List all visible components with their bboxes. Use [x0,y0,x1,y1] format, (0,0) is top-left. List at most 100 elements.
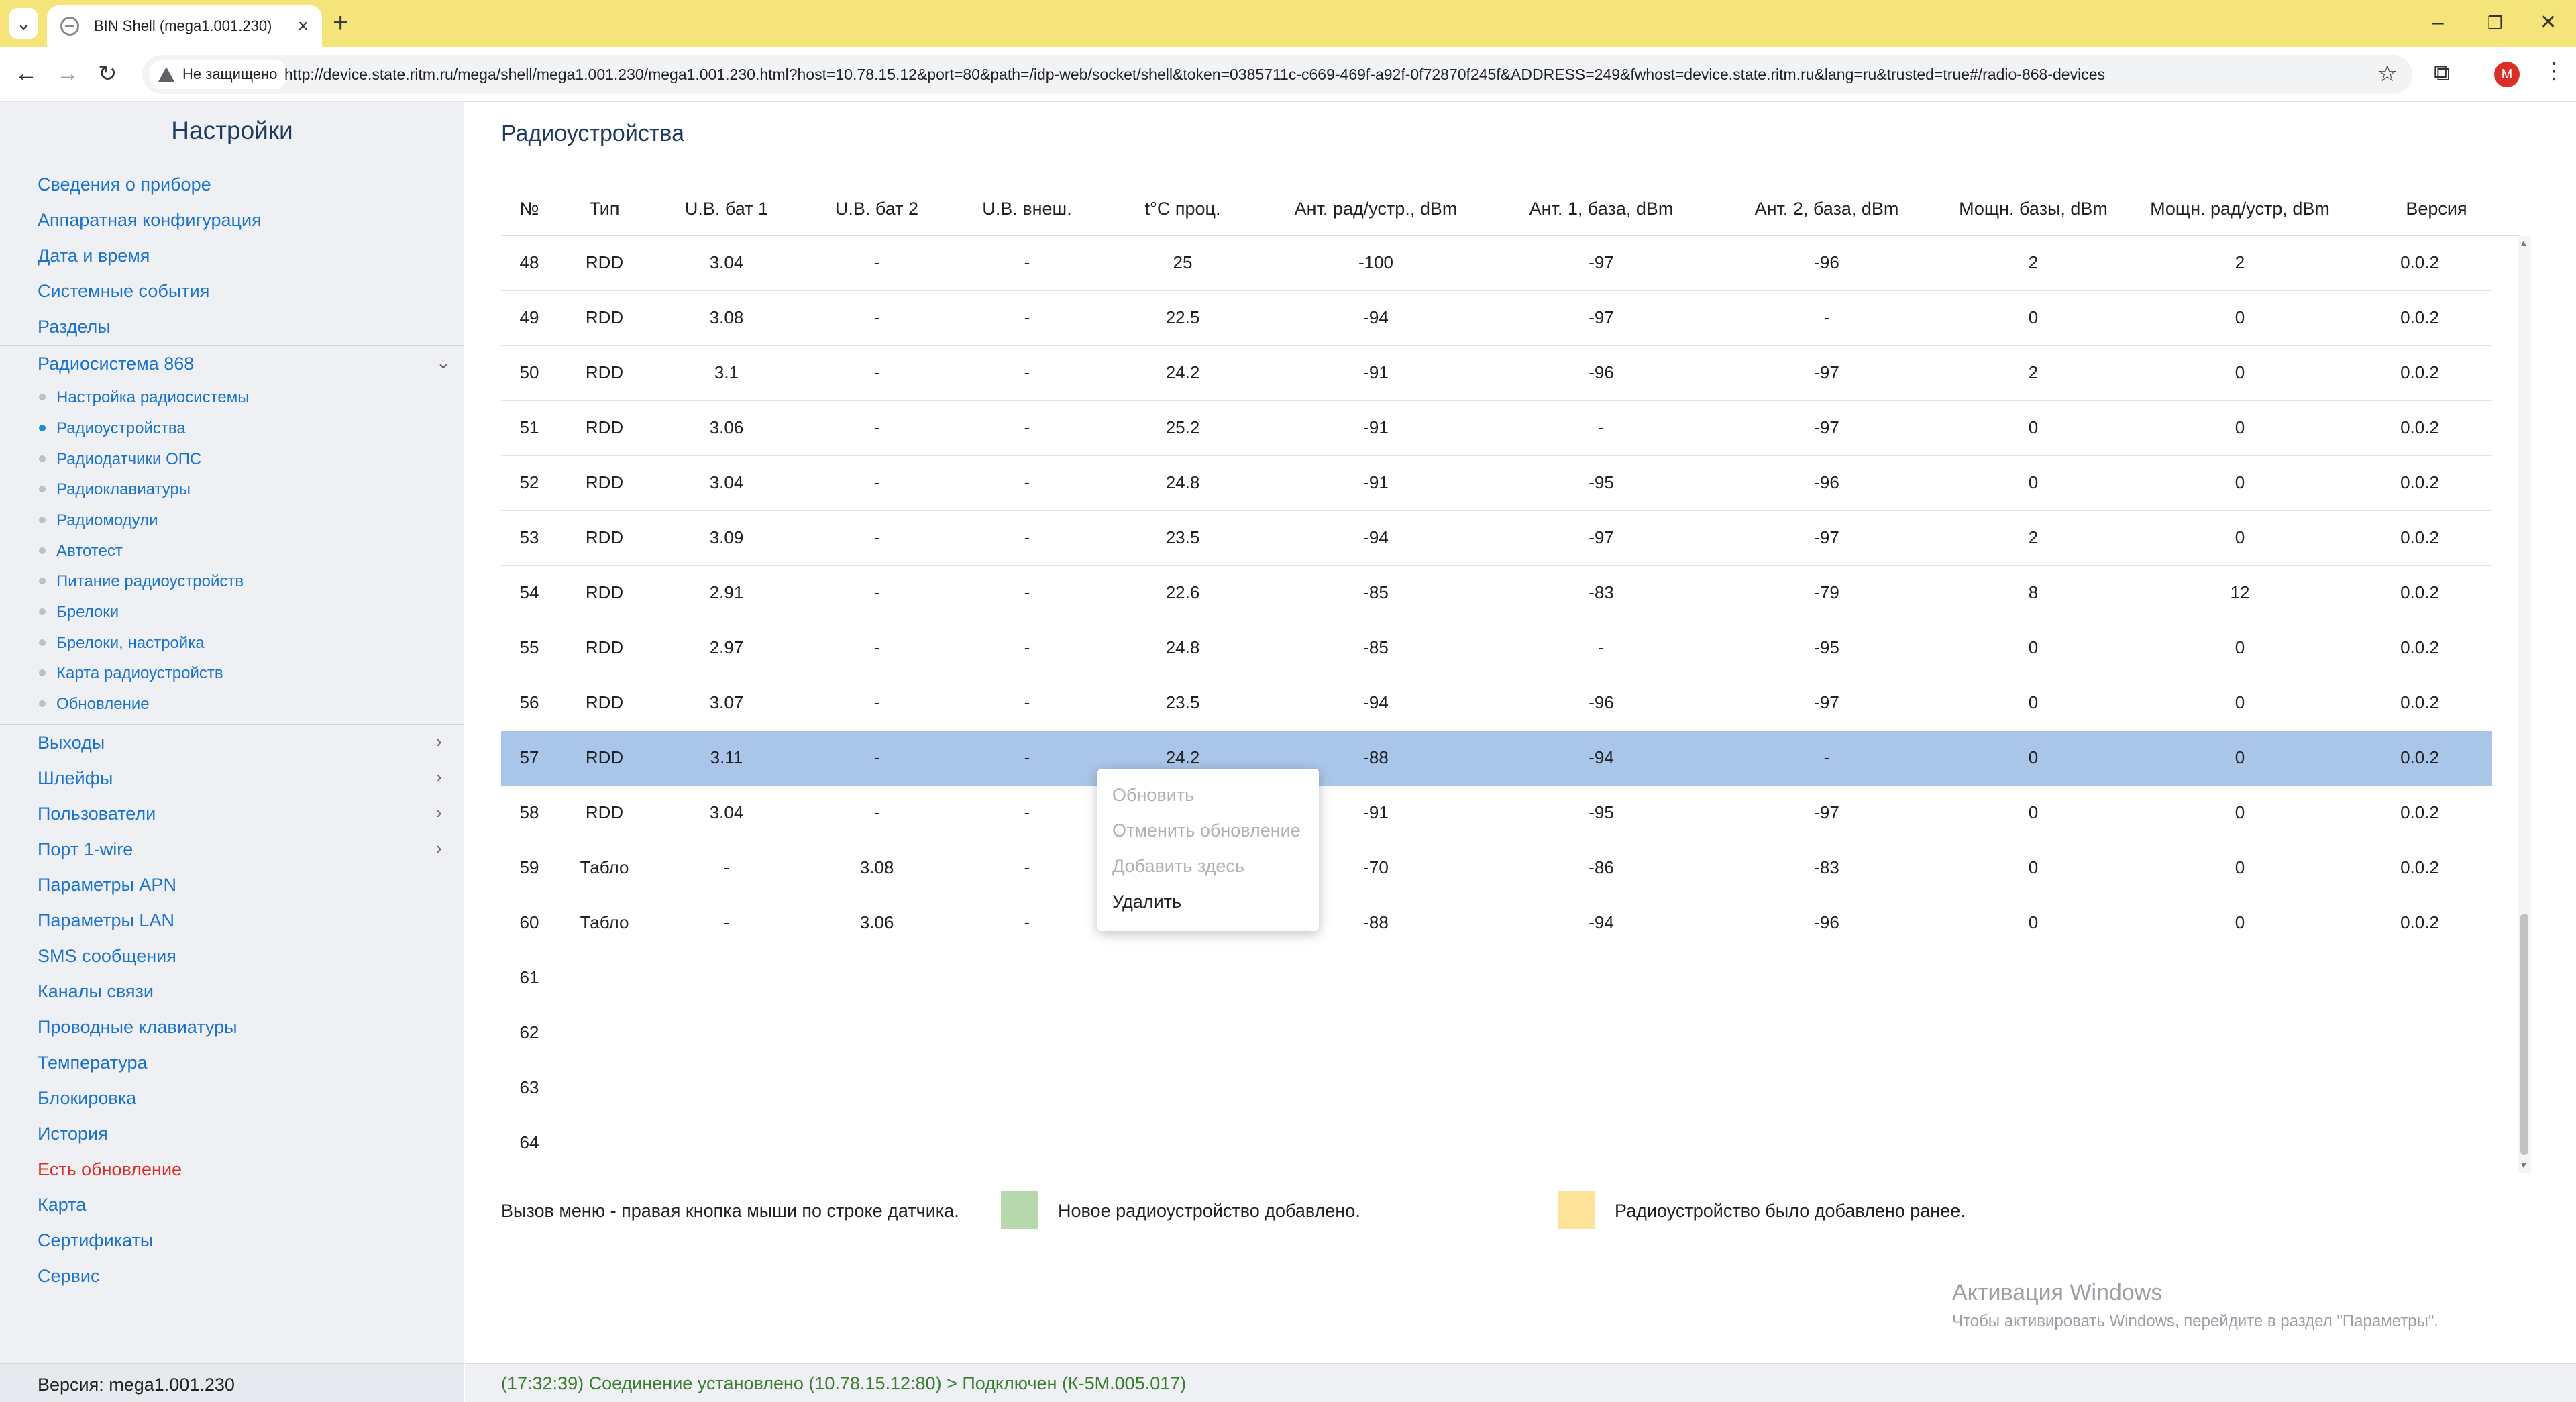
nav-wired-keypads[interactable]: Проводные клавиатуры [38,1017,237,1038]
chevron-right-icon[interactable]: › [436,802,442,823]
sub-keyfobs[interactable]: Брелоки [56,603,119,622]
column-header-device-power[interactable]: Мощн. рад/устр, dBm [2127,199,2353,219]
cell-ext: - [1024,802,1030,822]
window-close-icon[interactable]: ✕ [2540,9,2557,36]
table-row[interactable]: 56 RDD 3.07 - - 23.5 -94 -96 -97 0 0 0.0.2 [501,676,2492,731]
menu-icon[interactable]: ⋮ [2542,58,2565,85]
reload-icon[interactable]: ↻ [98,60,117,87]
chevron-right-icon[interactable]: › [436,731,442,752]
bullet-icon [39,669,46,676]
table-row[interactable]: 64 [501,1116,2492,1171]
cell-ext: - [1024,912,1030,932]
minimize-icon[interactable]: – [2432,9,2444,36]
column-header-version[interactable]: Версия [2353,199,2520,219]
table-row[interactable]: 60 Табло -3.06- -88 -94 -96 0 0 0.0.2 [501,896,2492,951]
table-row[interactable]: 63 [501,1061,2492,1116]
sub-radio-sensors[interactable]: Радиодатчики ОПС [56,450,201,469]
nav-history[interactable]: История [38,1124,108,1144]
sub-radio-map[interactable]: Карта радиоустройств [56,664,223,683]
table-row[interactable]: 58 RDD 3.04- - -91 -95 -97 0 0 0.0.2 [501,786,2492,841]
column-header-ant2[interactable]: Ант. 2, база, dBm [1714,199,1939,219]
column-header-ext[interactable]: U.B. внеш. [952,199,1102,219]
security-chip[interactable]: Не защищено [149,60,288,89]
table-row[interactable]: 62 [501,1006,2492,1061]
nav-channels[interactable]: Каналы связи [38,981,154,1002]
nav-lan[interactable]: Параметры LAN [38,910,174,931]
nav-service[interactable]: Сервис [38,1266,99,1287]
nav-hardware-config[interactable]: Аппаратная конфигурация [38,210,262,231]
star-icon[interactable]: ☆ [2377,60,2398,87]
close-icon[interactable]: × [298,15,309,37]
nav-sms[interactable]: SMS сообщения [38,946,176,967]
nav-outputs[interactable]: Выходы [38,733,105,753]
scroll-down-icon[interactable]: ▼ [2519,1159,2528,1170]
table-row[interactable]: 49 RDD 3.08 - - 22.5 -94 -97 - 0 0 0.0.2 [501,291,2492,346]
nav-1wire[interactable]: Порт 1-wire [38,839,133,860]
nav-loops[interactable]: Шлейфы [38,768,113,789]
menu-item-delete[interactable]: Удалить [1112,892,1181,912]
chevron-right-icon[interactable]: › [436,838,442,859]
sub-radio-devices[interactable]: Радиоустройства [56,419,186,438]
table-row[interactable]: 50 RDD 3.1 - - 24.2 -91 -96 -97 2 0 0.0.2 [501,346,2492,401]
nav-certificates[interactable]: Сертификаты [38,1230,153,1251]
nav-users[interactable]: Пользователи [38,804,156,824]
chevron-down-icon[interactable]: ⌄ [436,352,451,373]
cell-version: 0.0.2 [2400,252,2439,272]
column-header-bat2[interactable]: U.B. бат 2 [802,199,952,219]
browser-tab[interactable]: BIN Shell (mega1.001.230) × [47,5,322,47]
table-row[interactable]: 55 RDD 2.97 - - 24.8 -85 - -95 0 0 0.0.2 [501,621,2492,676]
column-header-temp[interactable]: t°C проц. [1102,199,1263,219]
nav-lock[interactable]: Блокировка [38,1088,136,1109]
nav-radio-system[interactable]: Радиосистема 868 [38,354,194,374]
cell-ant1: - [1598,637,1605,657]
nav-device-info[interactable]: Сведения о приборе [38,174,211,195]
table-row[interactable]: 48 RDD 3.04 - - 25 -100 -97 -96 2 2 0.0.2 [501,236,2492,291]
sub-update[interactable]: Обновление [56,695,150,714]
scroll-thumb[interactable] [2520,914,2528,1155]
cell-ant2: -79 [1814,582,1839,602]
nav-temperature[interactable]: Температура [38,1053,148,1073]
column-header-ant-device[interactable]: Ант. рад/устр., dBm [1263,199,1489,219]
table-scrollbar[interactable]: ▲ ▼ [2518,236,2531,1173]
table-row[interactable]: 61 [501,951,2492,1006]
nav-system-events[interactable]: Системные события [38,281,209,302]
tab-search-button[interactable]: ⌄ [9,8,38,39]
table-row[interactable]: 52 RDD 3.04 - - 24.8 -91 -95 -96 0 0 0.0.2 [501,456,2492,511]
sub-radio-power[interactable]: Питание радиоустройств [56,572,244,591]
extensions-icon[interactable]: ⧉ [2434,60,2450,87]
sub-autotest[interactable]: Автотест [56,542,123,561]
menu-item-refresh[interactable]: Обновить [1112,785,1194,806]
column-header-ant1[interactable]: Ант. 1, база, dBm [1489,199,1714,219]
table-row[interactable]: 53 RDD 3.09 - - 23.5 -94 -97 -97 2 0 0.0.2 [501,511,2492,566]
sub-radio-settings[interactable]: Настройка радиосистемы [56,388,250,407]
table-row[interactable]: 54 RDD 2.91 - - 22.6 -85 -83 -79 8 12 0.0.2 [501,566,2492,621]
sub-keyfobs-settings[interactable]: Брелоки, настройка [56,634,205,653]
new-tab-button[interactable]: + [333,9,348,36]
table-row[interactable]: 59 Табло -3.08- -70 -86 -83 0 0 0.0.2 [501,841,2492,896]
table-row[interactable]: 57 RDD 3.11 - - 24.2 -88 -94 - 0 0 0.0.2 [501,731,2492,786]
table-row[interactable]: 51 RDD 3.06 - - 25.2 -91 - -97 0 0 0.0.2 [501,401,2492,456]
back-icon[interactable]: ← [15,60,38,87]
restore-icon[interactable]: ❐ [2487,9,2503,36]
nav-map[interactable]: Карта [38,1195,86,1216]
sub-radio-keypads[interactable]: Радиоклавиатуры [56,480,191,499]
menu-item-cancel-update[interactable]: Отменить обновление [1112,820,1301,841]
chevron-right-icon[interactable]: › [436,767,442,788]
forward-icon[interactable]: → [56,60,79,87]
profile-avatar[interactable]: M [2494,62,2520,87]
column-header-base-power[interactable]: Мощн. базы, dBm [1939,199,2127,219]
url-text[interactable]: http://device.state.ritm.ru/mega/shell/m… [284,66,2105,84]
sub-radio-modules[interactable]: Радиомодули [56,511,158,530]
column-header-number[interactable]: № [501,199,557,219]
scroll-up-icon[interactable]: ▲ [2519,237,2528,248]
cell-bat2: - [873,582,880,602]
column-header-bat1[interactable]: U.B. бат 1 [651,199,802,219]
menu-item-add-here[interactable]: Добавить здесь [1112,856,1244,877]
nav-update-available[interactable]: Есть обновление [38,1159,182,1180]
nav-partitions[interactable]: Разделы [38,317,111,337]
address-bar[interactable]: Не защищено http://device.state.ritm.ru/… [142,55,2412,94]
cell-ant-device: -91 [1363,362,1389,382]
nav-apn[interactable]: Параметры APN [38,875,176,896]
column-header-type[interactable]: Тип [557,199,651,219]
nav-date-time[interactable]: Дата и время [38,246,150,266]
